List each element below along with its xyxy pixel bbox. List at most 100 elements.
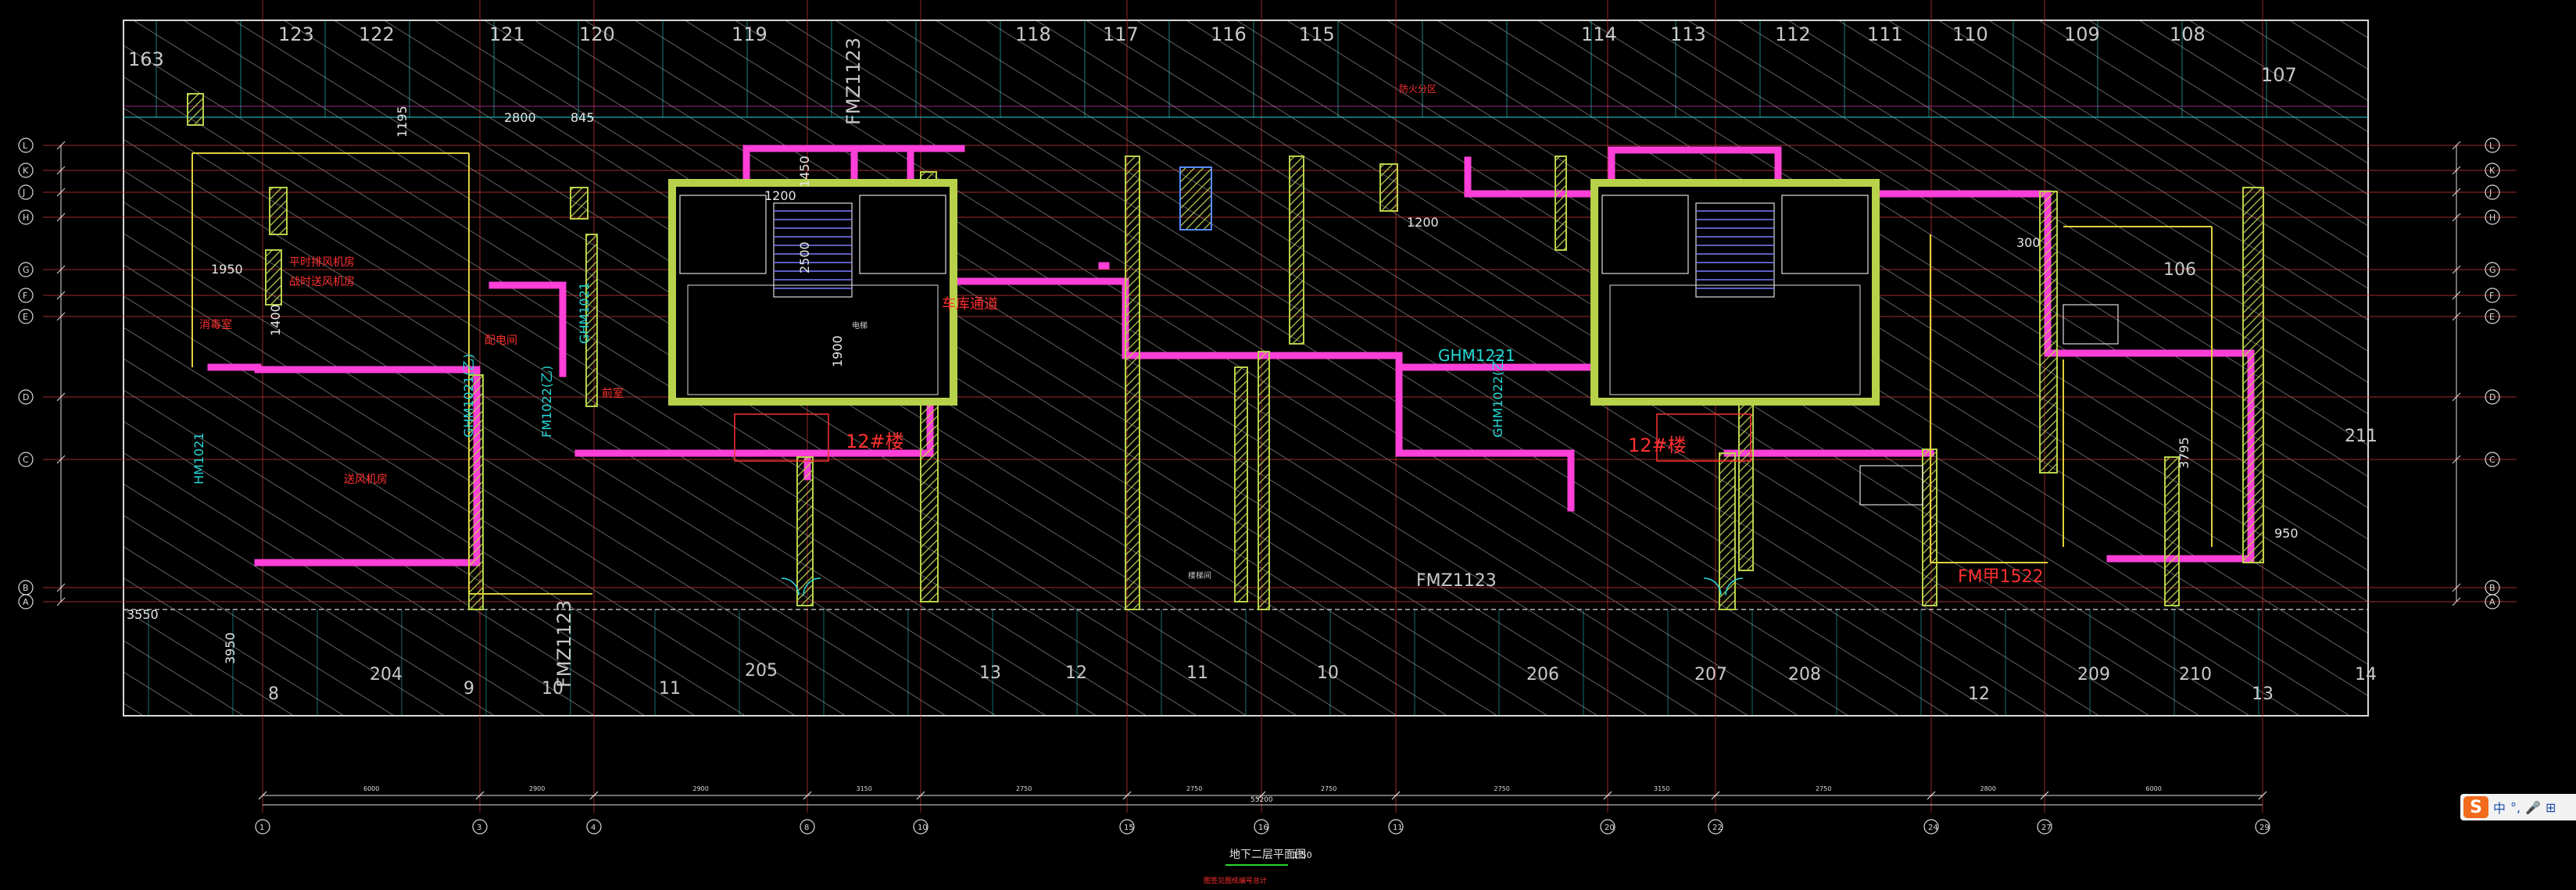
drawing-subtitle: 图签见图纸编号总计: [1204, 876, 1267, 885]
top-unit-number: 107: [2261, 64, 2297, 86]
shear-wall: [1719, 452, 1736, 610]
top-unit-number: 111: [1867, 23, 1903, 45]
top-unit-number: 112: [1775, 23, 1811, 45]
misc-dimension: 950: [2274, 526, 2299, 541]
ime-toolbar[interactable]: S 中 °, 🎤 ⊞: [2460, 794, 2576, 820]
bottom-dim-text: 2750: [1186, 785, 1202, 792]
axis-label-right-J: J: [2488, 188, 2492, 198]
bottom-unit-number: 208: [1788, 665, 1821, 684]
door-tag: FMZ1123: [1416, 571, 1497, 591]
misc-dimension: 3795: [2177, 437, 2191, 469]
misc-dimension: 1950: [211, 262, 243, 277]
bottom-dim-text: 2750: [1321, 785, 1336, 792]
shear-wall: [187, 93, 204, 126]
axis-label-left-L: L: [23, 141, 28, 151]
shear-wall: [2039, 191, 2058, 474]
bottom-unit-number: 211: [2345, 427, 2377, 446]
shear-wall: [265, 249, 282, 306]
misc-dimension: 1195: [395, 105, 410, 138]
room-label: 楼梯间: [1188, 570, 1211, 581]
axis-label-right-E: E: [2489, 312, 2495, 322]
axis-col-label-1: 1: [259, 824, 264, 832]
shear-wall: [1234, 366, 1248, 602]
top-unit-number: 115: [1299, 23, 1335, 45]
axis-col-label-27: 27: [2041, 824, 2052, 832]
axis-col-label-8: 8: [804, 824, 809, 832]
top-unit-number: 117: [1103, 23, 1139, 45]
top-unit-number: 119: [732, 23, 767, 45]
top-unit-number: 122: [359, 23, 395, 45]
top-unit-number: 123: [278, 23, 314, 45]
top-unit-number: 108: [2170, 23, 2206, 45]
shear-wall: [2242, 187, 2264, 563]
top-unit-number: 163: [128, 48, 164, 70]
room-label: 战时送风机房: [289, 276, 355, 288]
room-label: 消毒室: [199, 318, 232, 331]
room-label: 车库通道: [942, 296, 998, 313]
door-tag: GHM1021(乙): [461, 354, 476, 438]
punctuation-icon[interactable]: °,: [2510, 800, 2521, 815]
sogou-logo-icon[interactable]: S: [2463, 796, 2488, 818]
axis-col-label-3: 3: [477, 824, 481, 832]
door-tag: GHM1022(乙): [1490, 354, 1505, 438]
vent-shaft: [1179, 166, 1212, 231]
cad-drawing-canvas[interactable]: L LK KJ JH HG GF FE ED DC CB BA A1 3 4 8 10 15 16 11 20 22 24…: [0, 0, 2576, 890]
bottom-unit-number: 209: [2077, 665, 2110, 684]
bottom-dim-text: 6000: [363, 785, 379, 792]
bottom-unit-number: 206: [1526, 665, 1559, 684]
misc-dimension: 2800: [504, 110, 536, 125]
bottom-unit-number: 8: [268, 684, 279, 704]
room-label: 电梯: [852, 320, 868, 331]
core-outline: [668, 179, 957, 406]
shear-wall: [2164, 456, 2180, 606]
room-label: 防火分区: [1399, 83, 1436, 95]
door-tag: HM1021: [191, 432, 206, 484]
misc-dimension: 1200: [764, 188, 796, 203]
room-label: 平时排风机房: [289, 256, 355, 269]
bottom-unit-number: 204: [370, 665, 402, 684]
bottom-unit-number: 210: [2179, 665, 2212, 684]
axis-label-left-D: D: [23, 392, 29, 402]
drawing-scale: 1:50: [1293, 850, 1312, 860]
bottom-dim-text: 2750: [1016, 785, 1032, 792]
misc-dimension: 1200: [1407, 215, 1439, 230]
bottom-unit-number: 13: [979, 663, 1001, 683]
axis-label-left-H: H: [23, 213, 29, 223]
bottom-unit-number: 13: [2252, 684, 2274, 704]
shear-wall: [796, 456, 814, 606]
keyboard-icon[interactable]: ⊞: [2546, 800, 2556, 815]
axis-col-label-4: 4: [591, 824, 596, 832]
ime-mode-label[interactable]: 中: [2493, 798, 2506, 817]
bottom-unit-number: 11: [659, 679, 681, 699]
bottom-dim-text: 2750: [1494, 785, 1510, 792]
misc-dimension: 300: [2016, 235, 2041, 250]
room-label: 12#楼: [846, 431, 904, 452]
axis-col-label-10: 10: [918, 824, 928, 832]
door-tag: GHM1021: [577, 282, 592, 344]
axis-label-right-G: G: [2489, 265, 2496, 275]
axis-label-right-D: D: [2489, 392, 2496, 402]
bottom-dim-text: 6000: [2146, 785, 2162, 792]
axis-label-left-B: B: [23, 583, 29, 593]
door-tag: FMZ1123: [553, 600, 575, 688]
misc-dimension: 1450: [797, 155, 812, 188]
bottom-dim-text: 2900: [529, 785, 545, 792]
axis-label-left-G: G: [23, 265, 30, 275]
top-unit-number: 118: [1015, 23, 1051, 45]
axis-label-right-F: F: [2489, 291, 2494, 301]
bottom-dim-text: 2900: [693, 785, 709, 792]
microphone-icon[interactable]: 🎤: [2525, 800, 2541, 815]
misc-dimension: 1900: [830, 335, 845, 367]
axis-col-label-15: 15: [1124, 824, 1134, 832]
bottom-unit-number: 106: [2163, 260, 2196, 280]
shear-wall: [570, 187, 589, 220]
axis-label-left-A: A: [23, 597, 29, 607]
top-unit-number: 121: [489, 23, 525, 45]
axis-label-right-B: B: [2489, 583, 2496, 593]
top-unit-number: 110: [1952, 23, 1988, 45]
top-unit-number: 109: [2064, 23, 2100, 45]
top-unit-number: 120: [579, 23, 615, 45]
room-label: 配电间: [485, 334, 517, 347]
bottom-dim-text: 3150: [857, 785, 872, 792]
top-unit-number: 116: [1211, 23, 1247, 45]
